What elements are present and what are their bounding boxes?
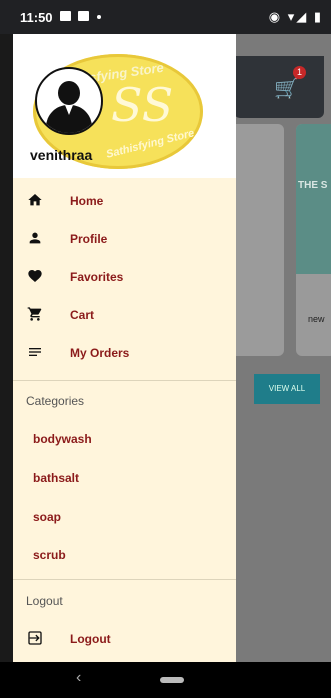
- menu-item-my-orders[interactable]: My Orders: [13, 335, 236, 373]
- category-item-soap[interactable]: soap: [33, 510, 61, 524]
- menu-item-label: Profile: [70, 232, 108, 246]
- categories-heading: Categories: [26, 394, 85, 408]
- menu-item-home[interactable]: Home: [13, 183, 236, 221]
- logout-button[interactable]: Logout: [13, 621, 236, 659]
- logout-icon: [25, 630, 45, 650]
- username: venithraa: [30, 147, 93, 163]
- product-image: [296, 124, 331, 274]
- avatar-head: [58, 81, 80, 105]
- drawer-header: thisfying Store SS Sathisfying Store ven…: [13, 34, 236, 178]
- cart-badge: 1: [293, 66, 306, 79]
- navigation-drawer: thisfying Store SS Sathisfying Store ven…: [13, 34, 236, 662]
- menu-item-label: My Orders: [70, 346, 130, 360]
- status-bar: 11:50 ◉ ▾◢ ▮: [0, 0, 331, 34]
- avatar-collar: [65, 105, 73, 115]
- system-status-icons: ◉ ▾◢ ▮: [268, 9, 323, 24]
- back-icon[interactable]: ‹: [76, 669, 81, 687]
- menu-item-cart[interactable]: Cart: [13, 297, 236, 335]
- menu-item-label: Home: [70, 194, 104, 208]
- category-item-bodywash[interactable]: bodywash: [33, 432, 92, 446]
- product-caption: new: [308, 314, 325, 324]
- divider: [13, 380, 236, 381]
- product-image-text: THE S: [298, 180, 328, 191]
- home-icon: [25, 192, 45, 212]
- person-icon: [25, 230, 45, 250]
- menu-item-profile[interactable]: Profile: [13, 221, 236, 259]
- category-item-bathsalt[interactable]: bathsalt: [33, 471, 79, 485]
- avatar[interactable]: [35, 67, 103, 135]
- logout-label: Logout: [70, 632, 111, 646]
- list-icon: [25, 344, 45, 364]
- more-notifications-icon: [97, 15, 101, 19]
- menu-item-label: Favorites: [70, 270, 124, 284]
- message-notification-icon: [78, 11, 89, 21]
- logo-monogram: SS: [111, 78, 174, 132]
- heart-icon: [25, 268, 45, 288]
- background-app-scrim[interactable]: 🛒 1 THE S new VIEW ALL: [236, 34, 331, 662]
- system-nav-bar: ‹: [0, 662, 331, 698]
- logout-section-heading: Logout: [26, 594, 63, 608]
- menu-item-favorites[interactable]: Favorites: [13, 259, 236, 297]
- status-time: 11:50: [20, 10, 53, 25]
- product-card: THE S new: [296, 124, 331, 356]
- category-item-scrub[interactable]: scrub: [33, 548, 66, 562]
- image-notification-icon: [60, 11, 71, 21]
- divider: [13, 579, 236, 580]
- cart-icon: [25, 306, 45, 326]
- logo-text-bottom: Sathisfying Store: [104, 127, 196, 161]
- product-card: [236, 124, 284, 356]
- menu-item-label: Cart: [70, 308, 95, 322]
- view-all-button: VIEW ALL: [254, 374, 320, 404]
- home-pill-icon[interactable]: [160, 677, 184, 683]
- cart-icon: 🛒: [274, 78, 299, 100]
